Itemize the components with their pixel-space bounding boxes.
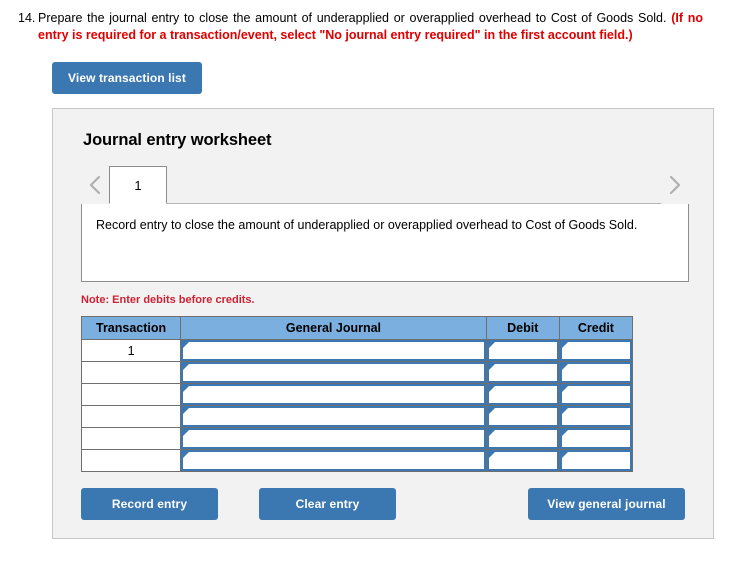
view-general-journal-button[interactable]: View general journal: [528, 488, 685, 520]
debit-input[interactable]: [486, 406, 559, 427]
table-row: 1: [80, 339, 634, 362]
debit-input[interactable]: [486, 428, 559, 449]
chevron-left-icon[interactable]: [81, 174, 109, 204]
debit-cell[interactable]: [485, 449, 560, 472]
general-journal-input[interactable]: [181, 406, 486, 427]
worksheet-tab-list: 1: [109, 166, 661, 204]
debit-cell[interactable]: [485, 427, 560, 450]
debit-input[interactable]: [486, 384, 559, 405]
debit-cell[interactable]: [485, 361, 560, 384]
question-text: Prepare the journal entry to close the a…: [38, 10, 703, 44]
worksheet-actions: Record entry Clear entry View general jo…: [81, 488, 685, 520]
general-journal-cell[interactable]: [180, 339, 487, 362]
transaction-number-cell: [80, 427, 182, 450]
view-transaction-list-button[interactable]: View transaction list: [52, 62, 202, 94]
table-row: [80, 361, 634, 384]
transaction-number-cell: 1: [80, 339, 182, 362]
credit-input[interactable]: [559, 340, 632, 361]
question-text-plain: Prepare the journal entry to close the a…: [38, 11, 672, 25]
column-header-general-journal: General Journal: [180, 316, 487, 340]
worksheet-tabstrip: 1: [53, 166, 713, 204]
journal-entry-table: Transaction General Journal Debit Credit…: [80, 316, 634, 472]
chevron-right-icon[interactable]: [661, 174, 689, 204]
credit-input[interactable]: [559, 384, 632, 405]
entry-description-box: Record entry to close the amount of unde…: [81, 204, 689, 282]
clear-entry-button[interactable]: Clear entry: [259, 488, 396, 520]
debit-cell[interactable]: [485, 405, 560, 428]
general-journal-input[interactable]: [181, 340, 486, 361]
credit-input[interactable]: [559, 428, 632, 449]
general-journal-input[interactable]: [181, 384, 486, 405]
column-header-debit: Debit: [485, 316, 560, 340]
question-block: 14. Prepare the journal entry to close t…: [0, 0, 731, 44]
table-header-row: Transaction General Journal Debit Credit: [80, 316, 634, 340]
general-journal-cell[interactable]: [180, 405, 487, 428]
column-header-credit: Credit: [558, 316, 634, 340]
table-row: [80, 383, 634, 406]
credit-cell[interactable]: [558, 361, 634, 384]
table-row: [80, 405, 634, 428]
journal-entry-worksheet-panel: Journal entry worksheet 1 Record entry t…: [52, 108, 714, 539]
general-journal-input[interactable]: [181, 428, 486, 449]
credit-cell[interactable]: [558, 383, 634, 406]
worksheet-tab-1-label: 1: [134, 177, 142, 193]
debit-cell[interactable]: [485, 383, 560, 406]
general-journal-input[interactable]: [181, 362, 486, 383]
credit-input[interactable]: [559, 406, 632, 427]
general-journal-cell[interactable]: [180, 427, 487, 450]
debit-cell[interactable]: [485, 339, 560, 362]
credit-cell[interactable]: [558, 427, 634, 450]
credit-cell[interactable]: [558, 405, 634, 428]
top-toolbar: View transaction list: [0, 44, 731, 94]
general-journal-cell[interactable]: [180, 449, 487, 472]
question-number: 14.: [18, 11, 36, 25]
table-row: [80, 427, 634, 450]
column-header-transaction: Transaction: [80, 316, 182, 340]
debit-input[interactable]: [486, 340, 559, 361]
transaction-number-cell: [80, 449, 182, 472]
debits-before-credits-note: Note: Enter debits before credits.: [81, 294, 255, 306]
record-entry-button[interactable]: Record entry: [81, 488, 218, 520]
debit-input[interactable]: [486, 450, 559, 471]
table-row: [80, 449, 634, 472]
page-title: Journal entry worksheet: [83, 131, 272, 149]
credit-input[interactable]: [559, 450, 632, 471]
worksheet-tab-1[interactable]: 1: [109, 166, 167, 204]
general-journal-cell[interactable]: [180, 361, 487, 384]
credit-cell[interactable]: [558, 339, 634, 362]
transaction-number-cell: [80, 405, 182, 428]
general-journal-cell[interactable]: [180, 383, 487, 406]
general-journal-input[interactable]: [181, 450, 486, 471]
transaction-number-cell: [80, 383, 182, 406]
debit-input[interactable]: [486, 362, 559, 383]
transaction-number-cell: [80, 361, 182, 384]
credit-input[interactable]: [559, 362, 632, 383]
credit-cell[interactable]: [558, 449, 634, 472]
